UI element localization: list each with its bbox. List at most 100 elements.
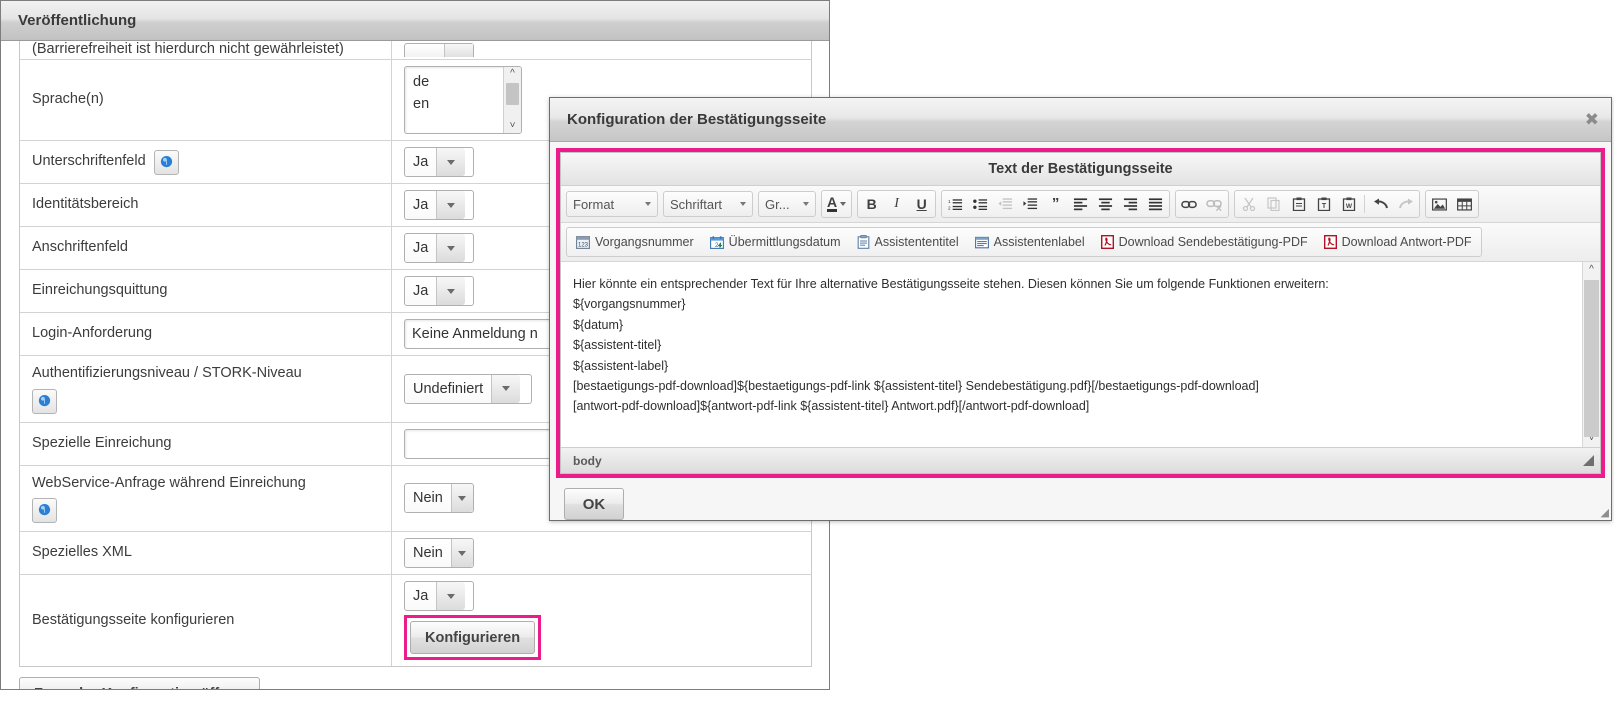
insert-link-icon[interactable] xyxy=(1177,192,1202,216)
macro-assistententitel[interactable]: Assistententitel xyxy=(851,230,965,254)
chevron-up-icon[interactable]: ^ xyxy=(510,67,515,81)
chevron-down-icon[interactable] xyxy=(436,191,466,219)
macro-uebermittlungsdatum[interactable]: 24 Übermittlungsdatum xyxy=(704,230,847,254)
macro-download-antwort-pdf[interactable]: Download Antwort-PDF xyxy=(1318,230,1478,254)
decrease-indent-icon[interactable] xyxy=(993,192,1018,216)
info-icon[interactable]: i xyxy=(32,498,57,524)
bulleted-list-icon[interactable] xyxy=(968,192,993,216)
select-webservice-anfrage[interactable]: Nein xyxy=(404,483,474,514)
editor-toolbar-row-2: 123 Vorgangsnummer 24 Übermittlungsdatum… xyxy=(561,223,1600,262)
text-color-icon[interactable]: A xyxy=(823,192,850,216)
document-label-icon xyxy=(974,236,989,248)
macro-group: 123 Vorgangsnummer 24 Übermittlungsdatum… xyxy=(566,227,1482,257)
select-value: Undefiniert xyxy=(405,374,492,403)
scrollbar-thumb[interactable] xyxy=(1584,280,1599,437)
macro-assistentenlabel[interactable]: Assistentenlabel xyxy=(969,230,1091,254)
chevron-down-icon[interactable] xyxy=(436,234,466,262)
unlink-icon[interactable] xyxy=(1202,192,1227,216)
insert-table-icon[interactable] xyxy=(1452,192,1477,216)
ok-button[interactable]: OK xyxy=(564,488,624,520)
row-label: Sprache(n) xyxy=(32,91,104,108)
konfigurieren-button[interactable]: Konfigurieren xyxy=(410,621,536,655)
info-icon[interactable]: i xyxy=(32,388,57,414)
chevron-down-icon[interactable] xyxy=(436,582,466,611)
svg-text:1: 1 xyxy=(948,199,951,204)
row-label-cell: (Barrierefreiheit ist hierdurch nicht ge… xyxy=(20,41,392,59)
dialog-title: Konfiguration der Bestätigungsseite xyxy=(567,111,827,128)
align-right-icon[interactable] xyxy=(1118,192,1143,216)
chevron-down-icon[interactable]: ˅ xyxy=(510,119,516,133)
chevron-down-icon[interactable] xyxy=(436,277,466,305)
element-path[interactable]: body xyxy=(573,454,602,468)
svg-text:T: T xyxy=(1321,203,1326,210)
align-center-icon[interactable] xyxy=(1093,192,1118,216)
cut-icon[interactable] xyxy=(1236,192,1261,216)
editor-status-bar: body xyxy=(561,447,1600,473)
row-label-cell: Bestätigungsseite konfigurieren xyxy=(20,575,392,667)
row-label: WebService-Anfrage während Einreichung xyxy=(32,474,306,491)
row-label-cell: Unterschriftenfeld i xyxy=(20,141,392,183)
select-value: Ja xyxy=(405,582,437,611)
chevron-down-icon[interactable] xyxy=(450,539,473,568)
chevron-down-icon xyxy=(645,202,651,206)
listbox-scrollbar[interactable]: ^ ˅ xyxy=(503,67,521,133)
select-authentifizierungsniveau[interactable]: Undefiniert xyxy=(404,373,532,404)
paste-text-icon[interactable]: T xyxy=(1311,192,1336,216)
chevron-up-icon[interactable]: ^ xyxy=(1589,262,1594,278)
font-size-select[interactable]: Gr... xyxy=(758,191,816,217)
blockquote-icon[interactable]: ” xyxy=(1043,192,1068,216)
insert-image-icon[interactable] xyxy=(1427,192,1452,216)
format-select[interactable]: Format xyxy=(566,191,658,217)
resize-grip-icon[interactable] xyxy=(1583,455,1594,466)
underline-icon[interactable]: U xyxy=(909,192,934,216)
editor-scrollbar[interactable]: ^ ˅ xyxy=(1582,262,1600,447)
editor-caption: Text der Bestätigungsseite xyxy=(561,153,1600,186)
macro-label: Download Sendebestätigung-PDF xyxy=(1118,235,1308,249)
format-select-label: Format xyxy=(573,196,615,212)
paste-icon[interactable] xyxy=(1286,192,1311,216)
language-listbox[interactable]: de en ^ ˅ xyxy=(404,66,522,134)
align-justify-icon[interactable] xyxy=(1143,192,1168,216)
undo-icon[interactable] xyxy=(1368,192,1393,216)
text-style-group: B I U xyxy=(857,190,937,218)
close-icon[interactable]: ✖ xyxy=(1585,111,1599,128)
paste-word-icon[interactable]: W xyxy=(1336,192,1361,216)
row-value-cell xyxy=(392,41,811,59)
number-field-icon: 123 xyxy=(576,235,590,249)
chevron-down-icon[interactable] xyxy=(491,374,521,403)
dialog-resize-handle[interactable]: ◢ xyxy=(1601,508,1609,519)
select-spezielles-xml[interactable]: Nein xyxy=(404,538,474,569)
macro-vorgangsnummer[interactable]: 123 Vorgangsnummer xyxy=(570,230,700,254)
info-icon[interactable]: i xyxy=(153,149,179,175)
select-identitaetsbereich[interactable]: Ja xyxy=(404,190,474,220)
chevron-down-icon[interactable] xyxy=(436,148,466,176)
row-label: (Barrierefreiheit ist hierdurch nicht ge… xyxy=(32,41,344,58)
chevron-down-icon xyxy=(740,202,746,206)
page-title: Veröffentlichung xyxy=(18,12,137,29)
chevron-down-icon[interactable] xyxy=(450,484,473,513)
editor-text-content[interactable]: Hier könnte ein entsprechender Text für … xyxy=(561,262,1582,447)
row-label: Unterschriftenfeld xyxy=(32,153,146,170)
select-einreichungsquittung[interactable]: Ja xyxy=(404,276,474,306)
select-anschriftenfeld[interactable]: Ja xyxy=(404,233,474,263)
font-family-select-label: Schriftart xyxy=(670,196,723,212)
increase-indent-icon[interactable] xyxy=(1018,192,1043,216)
select-value: Nein xyxy=(405,539,451,568)
select-bestaetigungsseite-konfigurieren[interactable]: Ja xyxy=(404,581,474,612)
redo-icon[interactable] xyxy=(1393,192,1418,216)
macro-download-sendebestaetigung-pdf[interactable]: Download Sendebestätigung-PDF xyxy=(1095,230,1314,254)
open-form-config-button[interactable]: Formular-Konfiguration öffnen xyxy=(19,677,261,689)
align-left-icon[interactable] xyxy=(1068,192,1093,216)
copy-icon[interactable] xyxy=(1261,192,1286,216)
italic-icon[interactable]: I xyxy=(884,192,909,216)
dialog-titlebar[interactable]: Konfiguration der Bestätigungsseite ✖ xyxy=(550,98,1611,142)
numbered-list-icon[interactable]: 12 xyxy=(943,192,968,216)
scrollbar-thumb[interactable] xyxy=(506,83,519,105)
bold-icon[interactable]: B xyxy=(859,192,884,216)
row-label: Einreichungsquittung xyxy=(32,282,168,299)
row-label-cell: Einreichungsquittung xyxy=(20,270,392,312)
chevron-down-icon xyxy=(803,202,809,206)
select-unterschriftenfeld[interactable]: Ja xyxy=(404,147,474,177)
font-family-select[interactable]: Schriftart xyxy=(663,191,753,217)
select-accessibility[interactable] xyxy=(404,43,474,57)
